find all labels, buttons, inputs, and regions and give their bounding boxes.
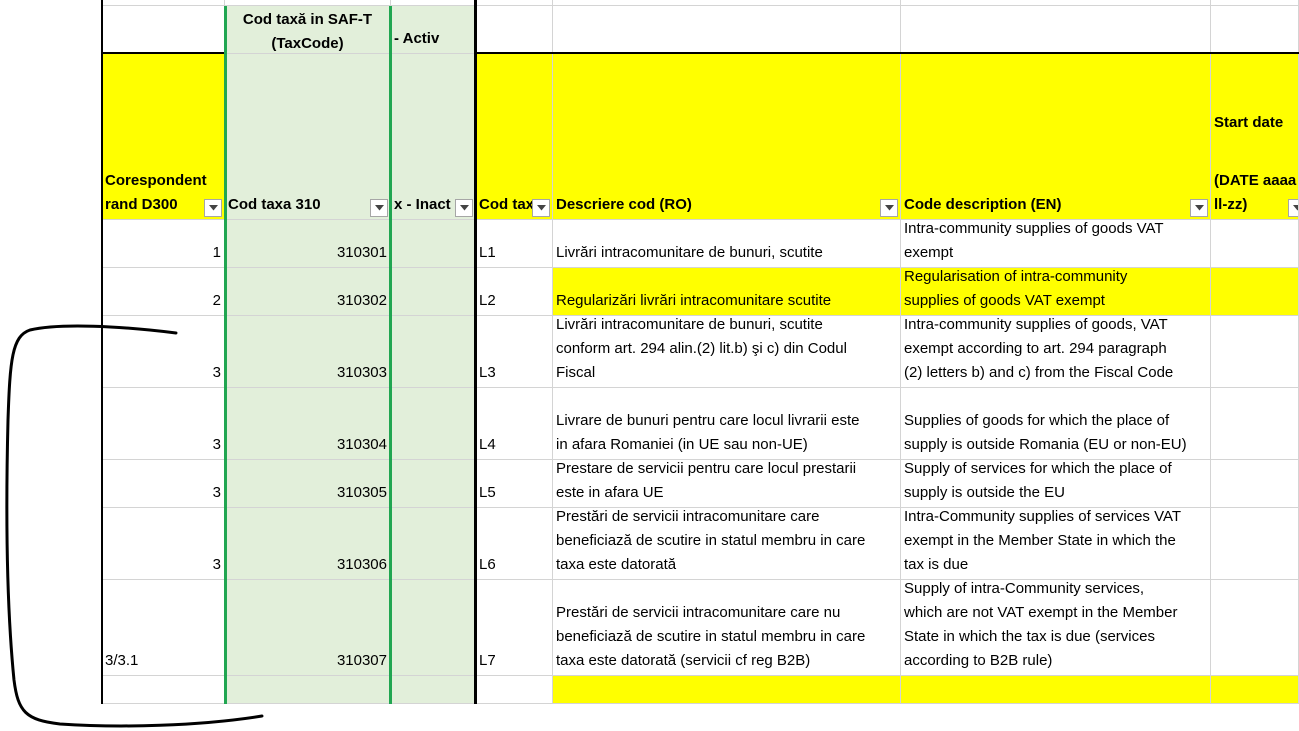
pen-annotation-bracket (5, 324, 264, 728)
